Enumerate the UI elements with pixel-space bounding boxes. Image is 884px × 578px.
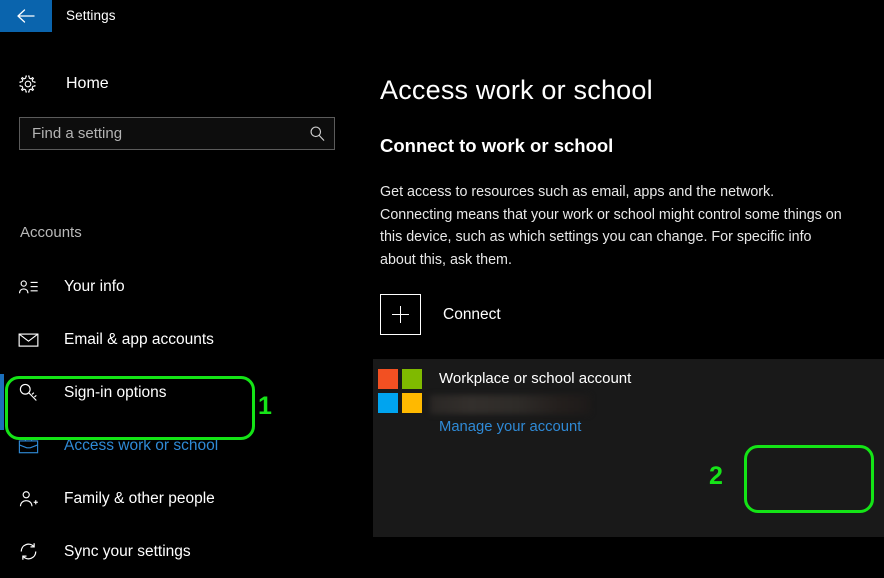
search-input[interactable] <box>20 125 300 142</box>
account-name: Workplace or school account <box>439 370 632 387</box>
briefcase-icon <box>18 436 46 455</box>
search-icon[interactable] <box>300 125 334 142</box>
sidebar-item-sync-your-settings[interactable]: Sync your settings <box>0 525 360 578</box>
sidebar-nav-list: Your info Email & app accounts Sign-in o… <box>0 260 360 578</box>
account-card[interactable]: Workplace or school account Manage your … <box>373 359 884 537</box>
key-icon <box>18 382 46 403</box>
sidebar-item-home[interactable]: Home <box>18 70 109 98</box>
manage-your-account-link[interactable]: Manage your account <box>439 419 581 435</box>
sidebar-item-sign-in-options-label: Sign-in options <box>64 383 167 401</box>
sidebar-item-access-work-or-school-label: Access work or school <box>64 436 219 454</box>
user-plus-icon <box>18 489 46 509</box>
sidebar-item-email-app-accounts[interactable]: Email & app accounts <box>0 313 360 366</box>
sync-icon <box>18 541 46 562</box>
user-card-icon <box>18 278 46 296</box>
sidebar: Home Accounts <box>0 32 360 560</box>
sidebar-item-home-label: Home <box>66 75 109 92</box>
back-button[interactable] <box>0 0 52 32</box>
description-text: Get access to resources such as email, a… <box>380 184 842 268</box>
sidebar-item-sign-in-options[interactable]: Sign-in options <box>0 366 360 419</box>
section-heading: Connect to work or school <box>380 135 614 157</box>
sidebar-item-your-info-label: Your info <box>64 277 125 295</box>
main-content: Access work or school Connect to work or… <box>360 32 884 550</box>
search-box[interactable] <box>19 117 335 150</box>
app-title: Settings <box>66 8 116 23</box>
sidebar-item-sync-your-settings-label: Sync your settings <box>64 542 191 560</box>
plus-icon <box>380 294 421 335</box>
sidebar-section-label: Accounts <box>20 224 82 241</box>
account-email-redacted <box>430 395 590 414</box>
sidebar-item-email-app-accounts-label: Email & app accounts <box>64 330 214 348</box>
microsoft-logo-icon <box>378 369 422 413</box>
connect-button[interactable]: Connect <box>380 294 501 335</box>
page-title: Access work or school <box>380 75 653 106</box>
back-arrow-icon <box>17 9 35 23</box>
sidebar-item-family-other-people[interactable]: Family & other people <box>0 472 360 525</box>
annotation-number-1: 1 <box>258 392 272 420</box>
gear-icon <box>18 74 48 94</box>
sidebar-item-access-work-or-school[interactable]: Access work or school <box>0 419 360 472</box>
sidebar-item-your-info[interactable]: Your info <box>0 260 360 313</box>
connect-label: Connect <box>443 305 501 323</box>
sidebar-item-family-other-people-label: Family & other people <box>64 489 215 507</box>
envelope-icon <box>18 332 46 348</box>
annotation-number-2: 2 <box>709 462 723 490</box>
title-bar: Settings <box>0 0 884 32</box>
